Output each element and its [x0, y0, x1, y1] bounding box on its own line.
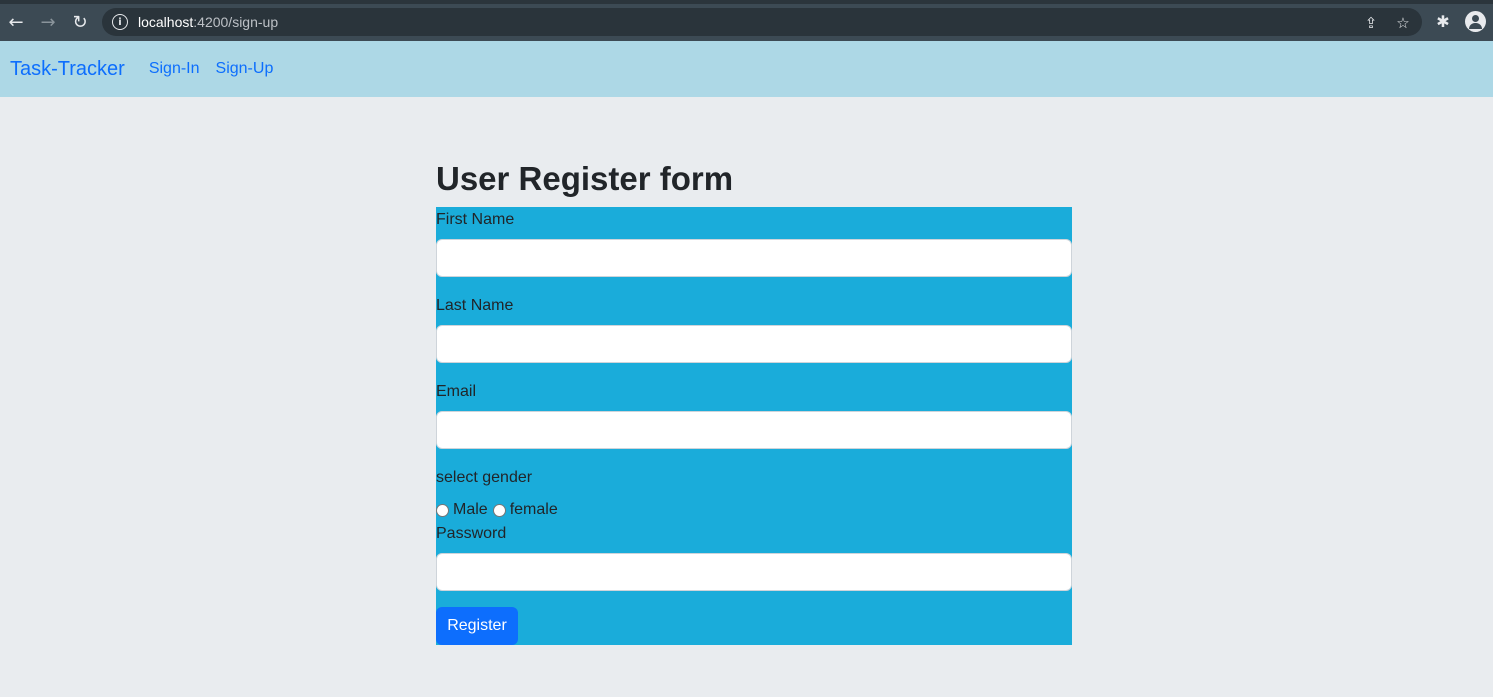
nav-link-sign-up[interactable]: Sign-Up	[216, 60, 274, 78]
info-icon[interactable]: i	[112, 14, 128, 30]
gender-radio-male[interactable]	[436, 503, 449, 517]
extensions-icon[interactable]: ✱	[1433, 11, 1453, 31]
brand-link[interactable]: Task-Tracker	[10, 58, 125, 81]
first-name-label: First Name	[436, 211, 515, 228]
email-label: Email	[436, 383, 477, 400]
gender-option-male-label: Male	[453, 501, 488, 518]
first-name-field[interactable]	[436, 239, 1072, 277]
register-button[interactable]: Register	[436, 607, 518, 645]
url-path: :4200/sign-up	[193, 14, 279, 30]
profile-icon[interactable]	[1465, 11, 1486, 32]
back-icon[interactable]: ←	[4, 10, 28, 34]
register-form: First Name Last Name Email select gender…	[436, 207, 1072, 645]
page-title: User Register form	[436, 160, 734, 197]
profile-head	[1472, 15, 1479, 22]
last-name-label: Last Name	[436, 297, 514, 314]
email-field[interactable]	[436, 411, 1072, 449]
address-bar[interactable]: i localhost:4200/sign-up ⇪ ☆	[102, 8, 1422, 36]
gender-label: select gender	[436, 469, 533, 486]
nav-link-sign-in[interactable]: Sign-In	[149, 60, 200, 78]
app-navbar: Task-Tracker Sign-In Sign-Up	[0, 41, 1493, 97]
url-host: localhost	[138, 14, 194, 30]
profile-body	[1469, 23, 1482, 29]
gender-radio-group: Male female	[436, 501, 558, 519]
password-label: Password	[436, 525, 507, 542]
tab-strip	[0, 0, 1493, 4]
star-icon[interactable]: ☆	[1394, 14, 1412, 32]
reload-icon[interactable]: ↻	[68, 10, 92, 34]
gender-radio-female[interactable]	[492, 503, 506, 517]
forward-icon[interactable]: →	[36, 10, 60, 34]
share-icon[interactable]: ⇪	[1362, 14, 1380, 32]
browser-toolbar: ← → ↻ i localhost:4200/sign-up ⇪ ☆ ✱	[0, 0, 1493, 41]
password-field[interactable]	[436, 553, 1072, 591]
gender-option-female-label: female	[509, 501, 558, 518]
last-name-field[interactable]	[436, 325, 1072, 363]
